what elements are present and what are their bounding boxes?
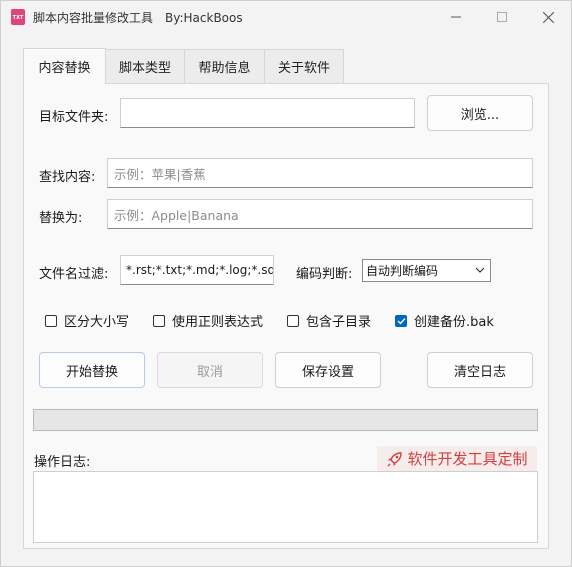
option-label: 使用正则表达式: [172, 315, 264, 330]
option-use-regex[interactable]: 使用正则表达式: [153, 311, 263, 330]
clear-log-button[interactable]: 清空日志: [427, 352, 533, 388]
custom-dev-link-label: 软件开发工具定制: [407, 450, 528, 468]
checkbox-icon[interactable]: [45, 314, 57, 327]
filename-filter-label: 文件名过滤:: [39, 267, 109, 282]
option-create-backup[interactable]: 创建备份.bak: [395, 311, 494, 330]
encoding-selected-value: 自动判断编码: [366, 264, 439, 278]
maximize-button[interactable]: [479, 1, 525, 33]
title-bar: TXT 脚本内容批量修改工具 By:HackBoos: [1, 1, 571, 33]
rocket-icon: [388, 451, 403, 466]
encoding-select[interactable]: 自动判断编码: [362, 259, 491, 282]
app-title: 脚本内容批量修改工具: [33, 11, 154, 25]
option-include-subdirs[interactable]: 包含子目录: [287, 311, 371, 330]
find-input[interactable]: 示例：苹果|香蕉: [107, 158, 533, 188]
start-replace-button[interactable]: 开始替换: [39, 352, 145, 388]
app-window: TXT 脚本内容批量修改工具 By:HackBoos 内容替换 脚本类型 帮助信息…: [0, 0, 572, 567]
cancel-button[interactable]: 取消: [157, 352, 263, 388]
browse-button[interactable]: 浏览...: [427, 95, 533, 131]
maximize-icon: [497, 12, 507, 22]
save-settings-button[interactable]: 保存设置: [275, 352, 381, 388]
log-label: 操作日志:: [34, 455, 91, 470]
minimize-icon: [451, 16, 461, 18]
tab-help[interactable]: 帮助信息: [184, 49, 265, 83]
target-folder-input[interactable]: [120, 98, 415, 128]
custom-dev-link[interactable]: 软件开发工具定制: [377, 446, 537, 471]
checkbox-checked-icon[interactable]: [395, 314, 407, 327]
option-label: 创建备份.bak: [414, 315, 494, 330]
option-label: 包含子目录: [306, 315, 372, 330]
chevron-down-icon: [475, 267, 485, 273]
tab-content-replace[interactable]: 内容替换: [23, 48, 106, 84]
checkbox-icon[interactable]: [153, 314, 165, 327]
log-textarea[interactable]: [33, 471, 538, 543]
close-button[interactable]: [525, 1, 571, 33]
app-icon: TXT: [11, 9, 25, 25]
tab-script-type[interactable]: 脚本类型: [105, 49, 185, 83]
option-label: 区分大小写: [64, 315, 130, 330]
checkmark-icon: [397, 317, 406, 325]
filename-filter-input[interactable]: *.rst;*.txt;*.md;*.log;*.sql: [120, 255, 274, 285]
target-folder-label: 目标文件夹:: [39, 110, 109, 125]
checkbox-icon[interactable]: [287, 314, 299, 327]
close-icon: [542, 11, 554, 23]
progress-bar: [33, 409, 538, 431]
replace-label: 替换为:: [39, 211, 83, 226]
option-case-sensitive[interactable]: 区分大小写: [45, 311, 129, 330]
author-label: By:HackBoos: [165, 11, 243, 25]
find-label: 查找内容:: [39, 170, 96, 185]
encoding-label: 编码判断:: [296, 267, 353, 282]
tab-about[interactable]: 关于软件: [264, 49, 344, 83]
replace-input[interactable]: 示例：Apple|Banana: [107, 199, 533, 229]
window-title: 脚本内容批量修改工具 By:HackBoos: [33, 9, 243, 26]
minimize-button[interactable]: [433, 1, 479, 33]
